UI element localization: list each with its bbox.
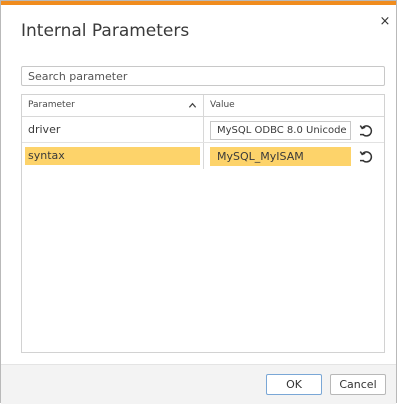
column-header-value-label: Value — [210, 100, 235, 110]
dialog-title: Internal Parameters — [21, 21, 190, 41]
parameter-name-cell[interactable]: syntax — [25, 147, 200, 165]
table-row[interactable]: syntax MySQL_MyISAM — [22, 143, 384, 169]
dialog-footer: OK Cancel — [1, 364, 396, 404]
sort-ascending-icon[interactable] — [188, 101, 197, 110]
table-row[interactable]: driver MySQL ODBC 8.0 Unicode Dr — [22, 117, 384, 143]
column-header-parameter[interactable]: Parameter — [22, 95, 204, 116]
column-divider — [203, 143, 204, 169]
internal-parameters-dialog: Internal Parameters × Parameter Value dr… — [0, 0, 397, 404]
column-header-parameter-label: Parameter — [28, 100, 75, 110]
grid-header: Parameter Value — [22, 95, 384, 117]
reset-icon[interactable] — [358, 122, 374, 138]
parameters-grid: Parameter Value driver MySQL ODBC 8.0 Un… — [21, 94, 385, 353]
cancel-button[interactable]: Cancel — [330, 374, 386, 395]
search-input[interactable] — [21, 66, 385, 86]
parameter-value-field[interactable]: MySQL ODBC 8.0 Unicode Dr — [210, 121, 351, 140]
ok-button[interactable]: OK — [266, 374, 322, 395]
close-icon[interactable]: × — [378, 15, 392, 29]
parameter-value-field[interactable]: MySQL_MyISAM — [210, 147, 351, 166]
column-header-value[interactable]: Value — [204, 95, 384, 116]
dialog-accent-bar — [1, 1, 396, 5]
parameter-name-cell[interactable]: driver — [22, 117, 204, 142]
reset-icon[interactable] — [358, 148, 374, 164]
